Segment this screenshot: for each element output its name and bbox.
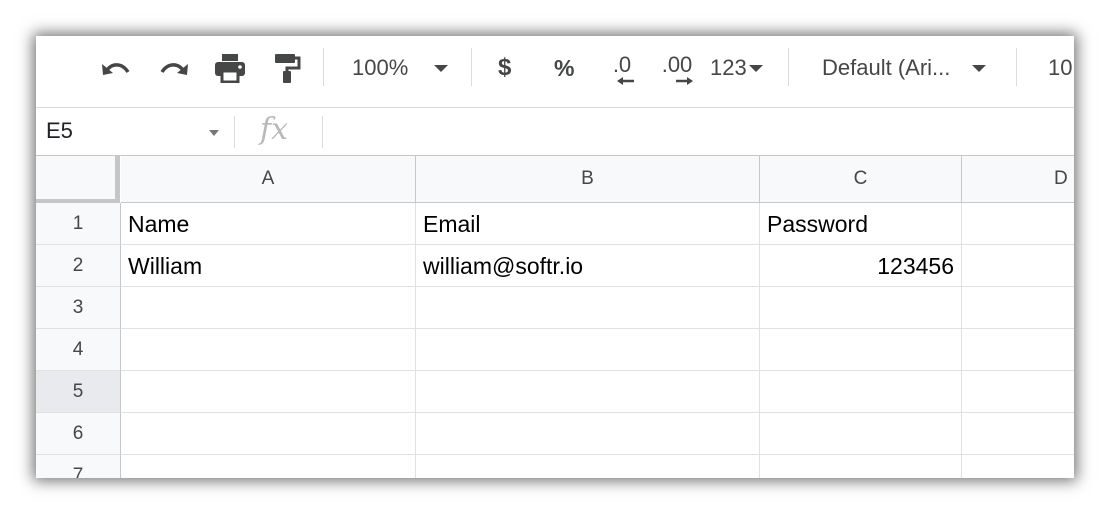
- percent-format-button[interactable]: %: [554, 52, 574, 84]
- cell-a7[interactable]: [121, 455, 416, 478]
- name-box-chevron-icon[interactable]: [209, 130, 219, 136]
- cell-d1[interactable]: [962, 203, 1074, 245]
- print-icon[interactable]: [212, 50, 248, 86]
- zoom-select[interactable]: 100%: [352, 52, 449, 84]
- cell-d5[interactable]: [962, 371, 1074, 413]
- paint-format-icon[interactable]: [270, 50, 304, 86]
- toolbar-divider: [471, 48, 472, 86]
- formula-divider: [234, 116, 235, 148]
- row-header-3[interactable]: 3: [36, 287, 121, 329]
- row-header-1[interactable]: 1: [36, 203, 121, 245]
- toolbar: 100% $ % .0 .00 123 Default (Ari... 10: [36, 36, 1074, 108]
- cell-c3[interactable]: [760, 287, 962, 329]
- cell-c6[interactable]: [760, 413, 962, 455]
- cell-c5[interactable]: [760, 371, 962, 413]
- more-formats-select[interactable]: 123: [710, 52, 763, 84]
- cell-b6[interactable]: [416, 413, 760, 455]
- row-header-4[interactable]: 4: [36, 329, 121, 371]
- zoom-value: 100%: [352, 55, 409, 80]
- percent-label: %: [554, 54, 575, 81]
- cell-b3[interactable]: [416, 287, 760, 329]
- cell-d3[interactable]: [962, 287, 1074, 329]
- cell-d2[interactable]: [962, 245, 1074, 287]
- formula-input[interactable]: [332, 118, 1062, 146]
- cell-b7[interactable]: [416, 455, 760, 478]
- cell-b5[interactable]: [416, 371, 760, 413]
- font-family-value: Default (Ari...: [822, 55, 951, 80]
- cell-b2[interactable]: william@softr.io: [416, 245, 760, 287]
- chevron-down-icon: [972, 64, 987, 72]
- cell-a4[interactable]: [121, 329, 416, 371]
- cell-c4[interactable]: [760, 329, 962, 371]
- row-header-2[interactable]: 2: [36, 245, 121, 287]
- column-header-c[interactable]: C: [760, 156, 962, 203]
- column-header-d[interactable]: D: [962, 156, 1074, 203]
- decrease-decimal-button[interactable]: .0: [602, 50, 642, 90]
- currency-label: $: [498, 54, 512, 81]
- toolbar-divider: [1016, 48, 1017, 86]
- row-header-6[interactable]: 6: [36, 413, 121, 455]
- cell-c2[interactable]: 123456: [760, 245, 962, 287]
- redo-icon[interactable]: [156, 52, 192, 86]
- chevron-down-icon: [748, 64, 763, 72]
- decrease-decimal-label: .0: [612, 52, 632, 77]
- cell-c7[interactable]: [760, 455, 962, 478]
- increase-decimal-button[interactable]: .00: [654, 50, 700, 90]
- cell-a6[interactable]: [121, 413, 416, 455]
- cell-b4[interactable]: [416, 329, 760, 371]
- row-header-5[interactable]: 5: [36, 371, 121, 413]
- formula-divider: [322, 116, 323, 148]
- arrow-right-icon: [676, 77, 693, 85]
- font-size-value: 10: [1048, 55, 1073, 80]
- column-header-b[interactable]: B: [416, 156, 760, 203]
- cell-d7[interactable]: [962, 455, 1074, 478]
- increase-decimal-label: .00: [661, 52, 693, 77]
- fx-icon: fx: [260, 112, 289, 147]
- toolbar-divider: [323, 48, 324, 86]
- row-header-7[interactable]: 7: [36, 455, 121, 478]
- column-header-a[interactable]: A: [121, 156, 416, 203]
- name-box[interactable]: E5: [46, 118, 73, 144]
- undo-icon[interactable]: [98, 52, 134, 86]
- cell-a3[interactable]: [121, 287, 416, 329]
- cell-b1[interactable]: Email: [416, 203, 760, 245]
- chevron-down-icon: [434, 64, 449, 72]
- arrow-left-icon: [617, 77, 634, 85]
- more-formats-label: 123: [710, 55, 747, 80]
- font-family-select[interactable]: Default (Ari...: [822, 52, 987, 84]
- cell-c1[interactable]: Password: [760, 203, 962, 245]
- select-all-corner[interactable]: [36, 156, 120, 203]
- cell-a2[interactable]: William: [121, 245, 416, 287]
- cell-a1[interactable]: Name: [121, 203, 416, 245]
- font-size-input[interactable]: 10: [1048, 52, 1072, 84]
- spreadsheet-window: 100% $ % .0 .00 123 Default (Ari... 10 E…: [36, 36, 1074, 478]
- cell-d6[interactable]: [962, 413, 1074, 455]
- cell-a5[interactable]: [121, 371, 416, 413]
- toolbar-divider: [788, 48, 789, 86]
- currency-format-button[interactable]: $: [498, 52, 511, 84]
- sheet-grid: A B C D 1 2 3 4 5 6 7 Name Email Passwor…: [36, 156, 1074, 478]
- cell-d4[interactable]: [962, 329, 1074, 371]
- formula-bar: E5 fx: [36, 108, 1074, 156]
